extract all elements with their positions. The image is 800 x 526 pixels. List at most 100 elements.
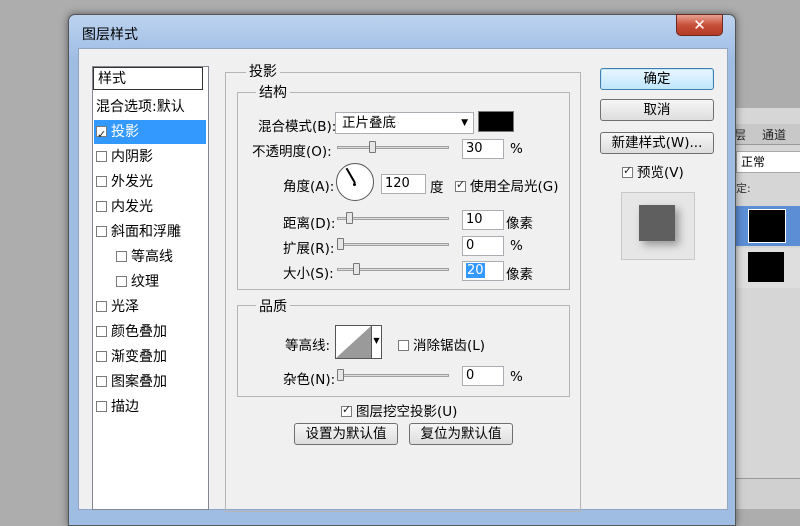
spread-unit: % [510,238,523,254]
style-item-checkbox[interactable] [96,400,107,412]
style-item[interactable]: 内阴影 [96,145,206,169]
reset-default-button[interactable]: 复位为默认值 [409,423,513,445]
style-item-checkbox[interactable] [96,350,107,362]
style-item-label: 等高线 [131,249,173,265]
distance-label: 距离(D): [283,216,336,232]
style-item-label: 描边 [111,399,139,415]
style-item-checkbox[interactable] [116,275,127,287]
spread-slider-track[interactable] [337,243,449,246]
style-item-checkbox[interactable] [96,150,107,162]
angle-label: 角度(A): [283,179,335,195]
angle-input[interactable]: 120 [381,174,426,194]
size-input-selected-text: 20 [466,263,485,278]
lock-label: 定: [736,182,751,195]
size-unit: 像素 [506,267,533,283]
distance-unit: 像素 [506,216,533,232]
style-item-checkbox[interactable] [116,250,127,262]
style-item-label: 外发光 [111,174,153,190]
layer-thumbnail [748,209,786,243]
ok-button[interactable]: 确定 [600,68,714,90]
quality-title: 品质 [256,296,290,316]
layers-panel-footer [728,478,800,509]
layer-row-selected[interactable] [736,206,800,246]
spread-label: 扩展(R): [283,241,335,257]
style-item-checkbox[interactable] [96,200,107,212]
global-light-label: 使用全局光(G) [470,179,559,195]
knockout-label: 图层挖空投影(U) [356,404,458,420]
style-item-label: 纹理 [131,274,159,290]
preview-checkbox[interactable] [622,164,633,178]
style-item[interactable]: 外发光 [96,170,206,194]
style-item-label: 图案叠加 [111,374,167,390]
structure-title: 结构 [256,82,290,102]
tab-channels[interactable]: 通道 [762,126,786,143]
style-item-checkbox[interactable] [96,375,107,387]
shadow-color-swatch[interactable] [478,111,514,132]
preview-option[interactable]: 预览(V) [622,161,684,181]
size-label: 大小(S): [283,266,334,282]
style-item[interactable]: 光泽 [96,295,206,319]
style-item[interactable]: 内发光 [96,195,206,219]
style-item[interactable]: 等高线 [116,245,226,269]
opacity-input[interactable]: 30 [462,139,504,159]
anti-alias-option[interactable]: 消除锯齿(L) [398,334,485,354]
layer-row[interactable] [736,248,800,288]
contour-linear-icon [336,326,371,358]
dialog-title: 图层样式 [82,27,138,43]
style-item[interactable]: 纹理 [116,270,226,294]
noise-slider-thumb[interactable] [337,369,344,381]
style-item[interactable]: 颜色叠加 [96,320,206,344]
preview-label: 预览(V) [637,165,684,181]
noise-slider-track[interactable] [337,374,449,377]
anti-alias-label: 消除锯齿(L) [413,338,486,354]
size-input[interactable]: 20 [462,261,504,281]
layer-blend-mode-select[interactable]: 正常 [736,151,800,173]
style-item-label: 渐变叠加 [111,349,167,365]
noise-input[interactable]: 0 [462,366,504,386]
spread-input[interactable]: 0 [462,236,504,256]
angle-unit: 度 [430,180,444,196]
contour-picker[interactable] [335,325,372,359]
style-item[interactable]: 斜面和浮雕 [96,220,206,244]
style-item-label: 投影 [111,124,139,140]
chevron-down-icon[interactable]: ▼ [372,325,382,359]
drop-shadow-title: 投影 [246,61,280,81]
style-preview-swatch [639,205,675,241]
global-light-checkbox[interactable] [455,178,466,192]
style-item-checkbox[interactable] [96,325,107,337]
style-item[interactable]: 混合选项:默认 [96,95,206,119]
opacity-slider-thumb[interactable] [368,141,376,153]
anti-alias-checkbox[interactable] [398,339,409,351]
style-item[interactable]: 渐变叠加 [96,345,206,369]
distance-slider-track[interactable] [337,217,449,220]
opacity-slider-track[interactable] [337,146,449,149]
style-item[interactable]: 投影 [94,120,206,147]
opacity-unit: % [510,141,523,157]
style-item-checkbox[interactable] [96,123,107,147]
style-item-checkbox[interactable] [96,225,107,237]
distance-input[interactable]: 10 [462,210,504,230]
size-slider-thumb[interactable] [353,263,360,275]
close-button[interactable]: ✕ [676,14,723,36]
distance-slider-thumb[interactable] [346,212,353,224]
noise-label: 杂色(N): [283,372,336,388]
global-light-option[interactable]: 使用全局光(G) [455,175,559,195]
spread-slider-thumb[interactable] [337,238,344,250]
styles-list-header[interactable]: 样式 [93,67,203,90]
layer-thumbnail [748,252,784,282]
new-style-button[interactable]: 新建样式(W)... [600,132,714,154]
opacity-label: 不透明度(O): [252,144,332,160]
blend-mode-value: 正片叠底 [342,115,396,131]
blend-mode-select[interactable]: 正片叠底 ▼ [335,112,474,134]
chevron-down-icon: ▼ [461,118,468,128]
knockout-option[interactable]: 图层挖空投影(U) [341,400,457,420]
style-item-checkbox[interactable] [96,175,107,187]
knockout-checkbox[interactable] [341,403,352,417]
make-default-button[interactable]: 设置为默认值 [294,423,398,445]
style-item[interactable]: 图案叠加 [96,370,206,394]
layers-panel-tabs: 层 通道 [728,124,800,145]
style-item-checkbox[interactable] [96,300,107,312]
style-item[interactable]: 描边 [96,395,206,419]
style-item-label: 颜色叠加 [111,324,167,340]
cancel-button[interactable]: 取消 [600,99,714,121]
